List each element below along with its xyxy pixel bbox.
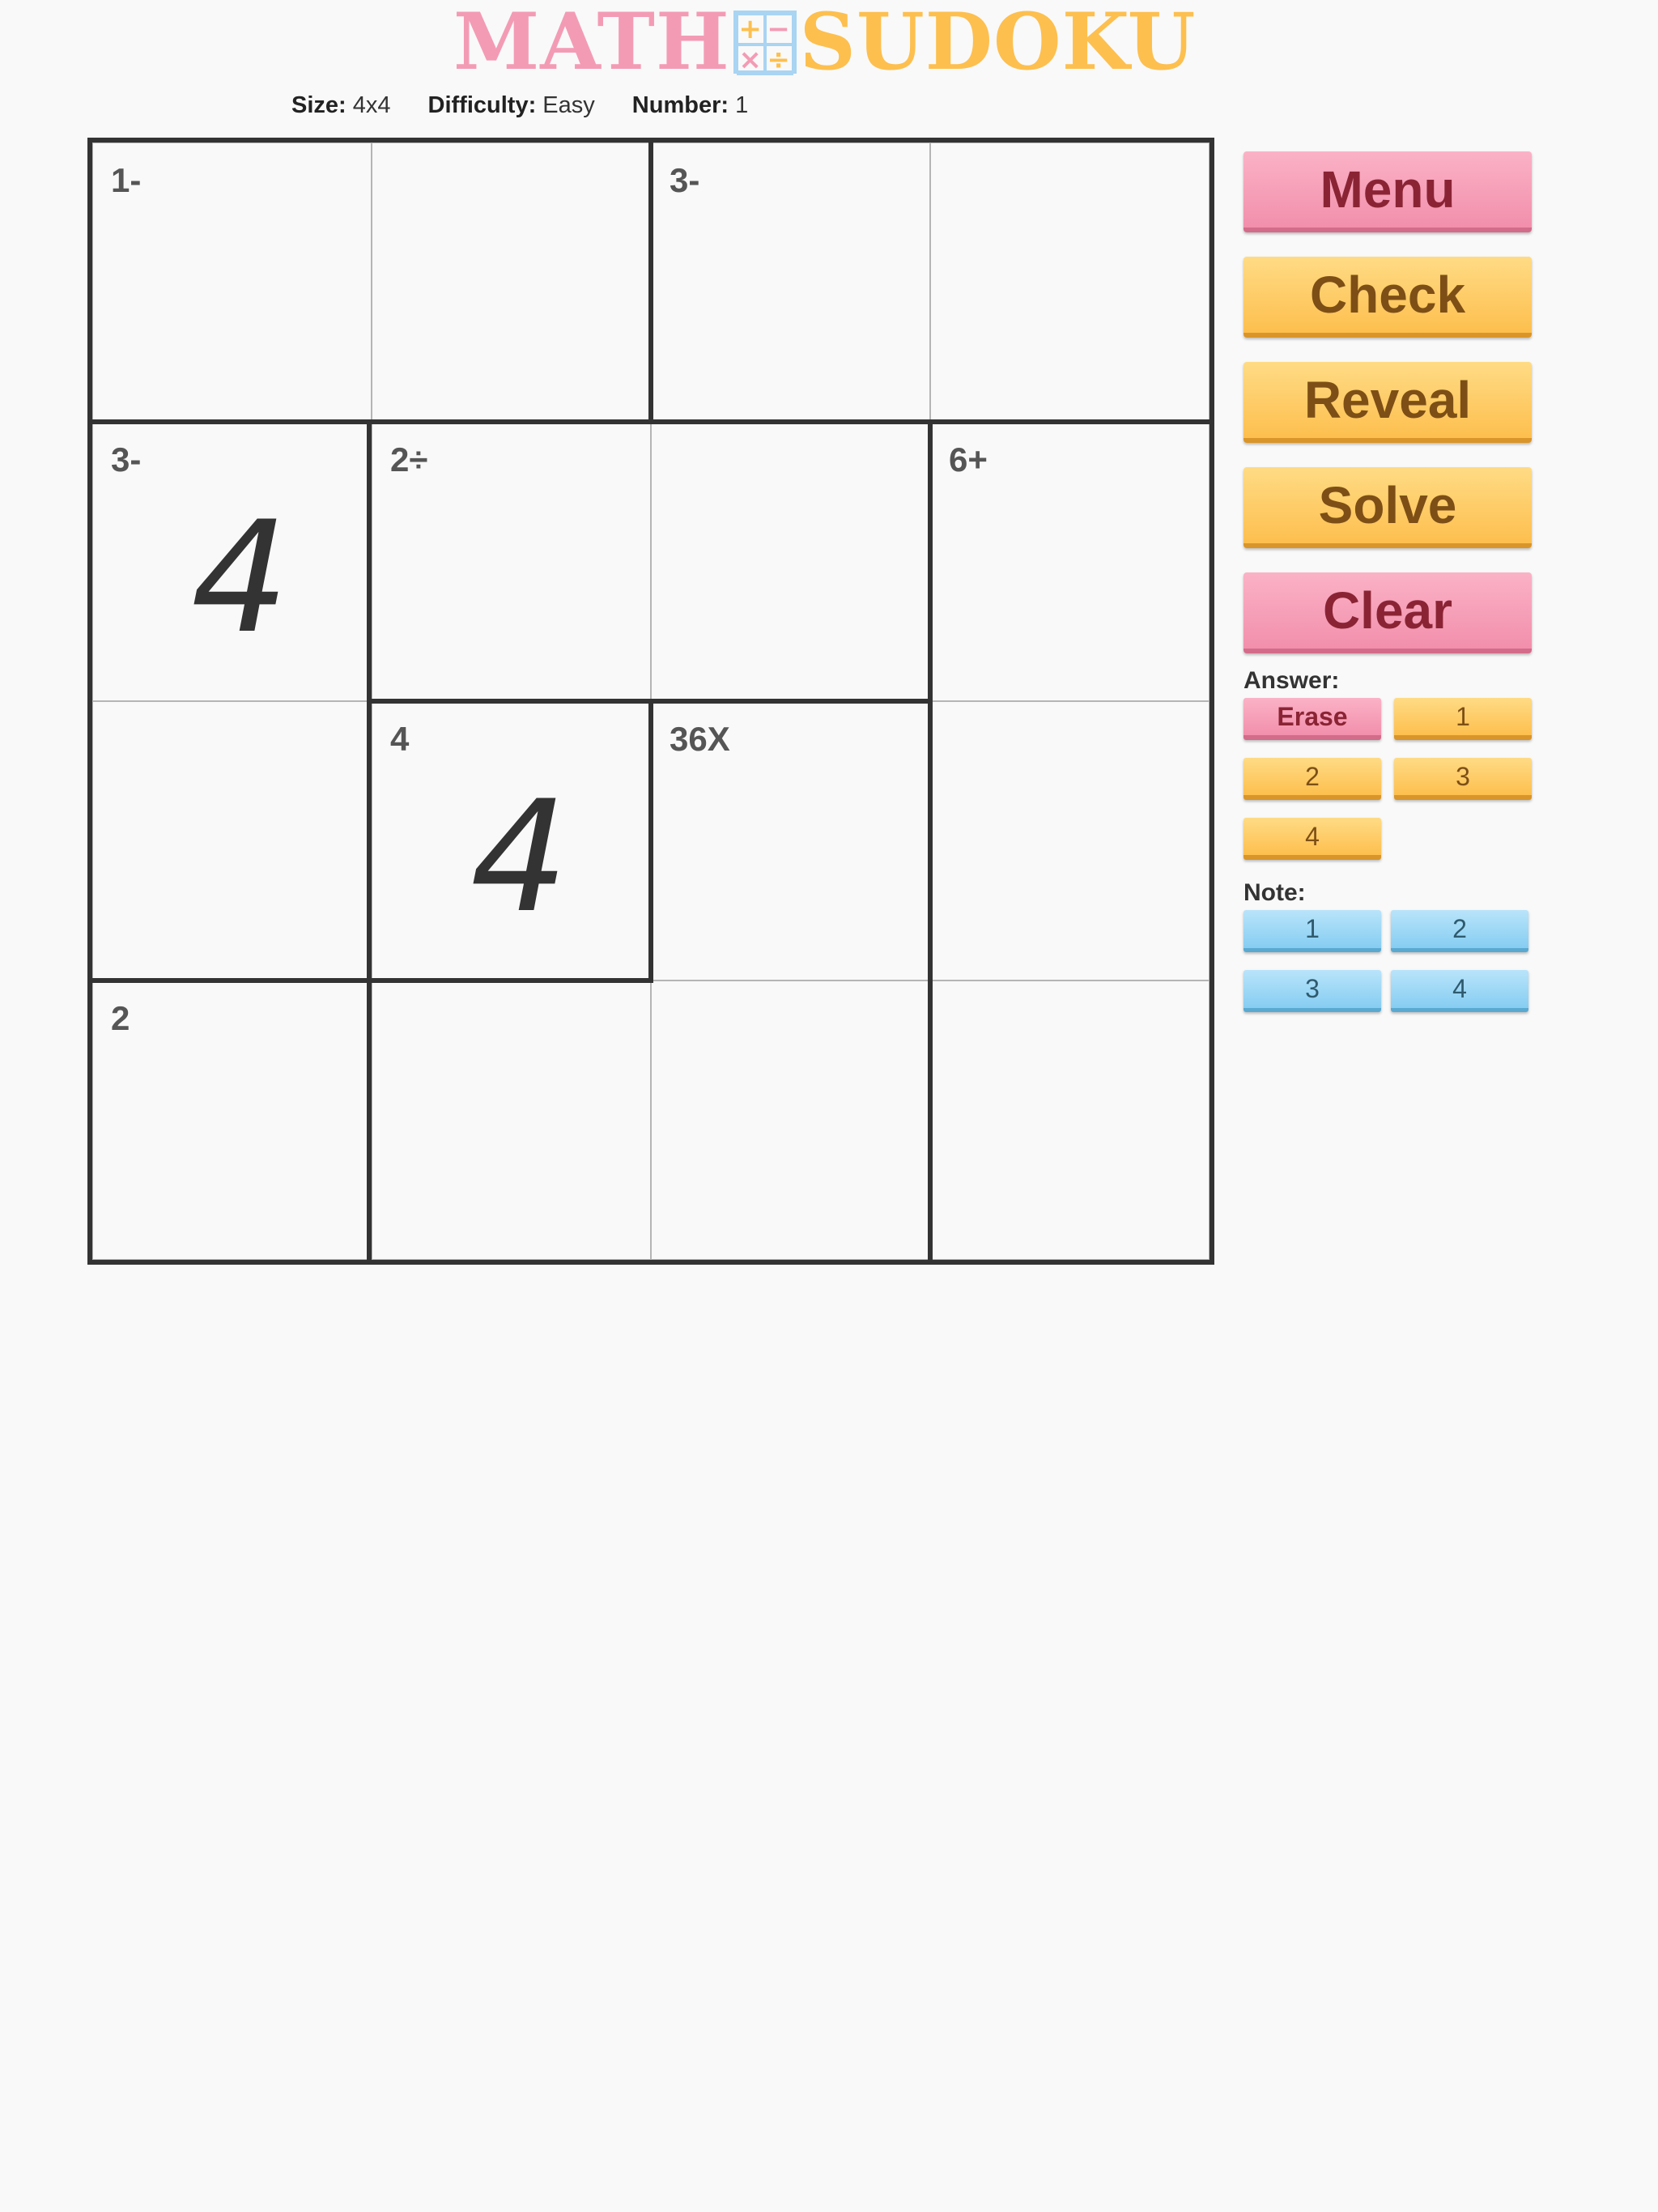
board-cell-r0-c3[interactable] <box>930 143 1209 422</box>
number-info: Number: 1 <box>632 92 748 119</box>
board-cell-r1-c1[interactable]: 2÷ <box>372 422 651 701</box>
board-cell-r1-c3[interactable]: 6+ <box>930 422 1209 701</box>
board-cell-r2-c0[interactable] <box>92 701 372 981</box>
difficulty-value: Easy <box>542 92 595 118</box>
board-cell-r3-c0[interactable]: 2 <box>92 981 372 1260</box>
reveal-button[interactable]: Reveal <box>1244 362 1532 443</box>
erase-button[interactable]: Erase <box>1244 698 1381 740</box>
calculator-icon: + − × ÷ <box>733 11 797 75</box>
clear-button[interactable]: Clear <box>1244 572 1532 653</box>
board-cell-r3-c2[interactable] <box>651 981 930 1260</box>
note-button-2[interactable]: 2 <box>1391 910 1528 952</box>
size-label: Size: <box>291 92 346 118</box>
puzzle-info-bar: Size: 4x4 Difficulty: Easy Number: 1 <box>291 92 748 119</box>
minus-icon: − <box>764 14 793 45</box>
cell-value <box>93 176 371 421</box>
cell-value <box>93 734 371 980</box>
difficulty-label: Difficulty: <box>427 92 537 118</box>
logo-sudoku-text: SUDOKU <box>799 0 1197 87</box>
number-value: 1 <box>735 92 749 118</box>
note-button-3[interactable]: 3 <box>1244 970 1381 1012</box>
cage-border <box>648 143 653 422</box>
cage-border <box>92 978 653 983</box>
app-logo: MATH + − × ÷ SUDOKU <box>453 2 1196 83</box>
board-cell-r0-c2[interactable]: 3- <box>651 143 930 422</box>
board-cell-r0-c1[interactable] <box>372 143 651 422</box>
board-cell-r3-c3[interactable] <box>930 981 1209 1260</box>
check-button[interactable]: Check <box>1244 257 1532 338</box>
board-cell-r2-c3[interactable] <box>930 701 1209 981</box>
divide-icon: ÷ <box>764 45 793 75</box>
cage-border <box>928 422 933 1260</box>
cell-value <box>93 1014 371 1259</box>
board-cell-r0-c0[interactable]: 1- <box>92 143 372 422</box>
times-icon: × <box>736 45 765 75</box>
cell-value: 4 <box>470 768 568 946</box>
cell-value <box>372 176 650 421</box>
board-cell-r2-c1[interactable]: 4 4 <box>372 701 651 981</box>
cell-value <box>372 455 650 700</box>
difficulty-info: Difficulty: Easy <box>428 92 595 119</box>
cell-value <box>931 176 1209 421</box>
number-label: Number: <box>631 92 729 118</box>
cell-value <box>931 734 1209 980</box>
plus-icon: + <box>736 14 765 45</box>
board-cell-r2-c2[interactable]: 36X <box>651 701 930 981</box>
cell-value <box>652 176 929 421</box>
cell-value <box>931 1014 1209 1259</box>
size-info: Size: 4x4 <box>291 92 391 119</box>
answer-label: Answer: <box>1244 667 1340 694</box>
answer-button-2[interactable]: 2 <box>1244 758 1381 800</box>
note-label: Note: <box>1244 879 1306 906</box>
logo-math-text: MATH <box>453 0 730 87</box>
cage-border <box>648 699 653 983</box>
size-value: 4x4 <box>352 92 391 118</box>
cell-value: 4 <box>191 488 289 667</box>
board-cell-r1-c2[interactable] <box>651 422 930 701</box>
answer-button-1[interactable]: 1 <box>1394 698 1532 740</box>
puzzle-board: 1- 3- 3- 4 2÷ 6+ 4 4 36X 2 <box>87 138 1214 1265</box>
cell-value <box>652 455 929 700</box>
note-button-4[interactable]: 4 <box>1391 970 1528 1012</box>
note-button-1[interactable]: 1 <box>1244 910 1381 952</box>
cage-border <box>92 419 1209 424</box>
solve-button[interactable]: Solve <box>1244 467 1532 548</box>
cell-value <box>372 1014 650 1259</box>
board-cell-r3-c1[interactable] <box>372 981 651 1260</box>
cell-value <box>652 1014 929 1259</box>
cell-value <box>931 455 1209 700</box>
answer-button-4[interactable]: 4 <box>1244 818 1381 860</box>
cell-value <box>652 734 929 980</box>
menu-button[interactable]: Menu <box>1244 151 1532 232</box>
answer-button-3[interactable]: 3 <box>1394 758 1532 800</box>
cage-border <box>367 422 372 1260</box>
board-cell-r1-c0[interactable]: 3- 4 <box>92 422 372 701</box>
